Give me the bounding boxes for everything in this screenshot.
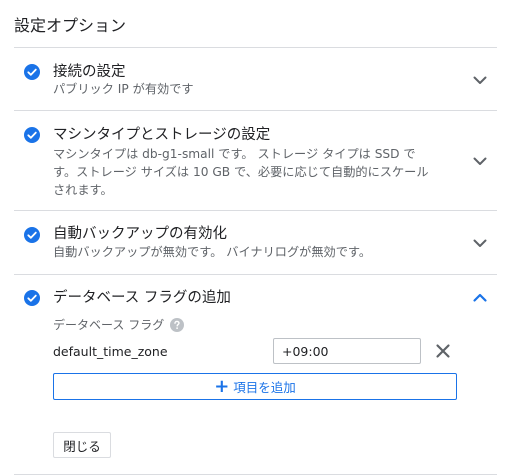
section-title: マシンタイプとストレージの設定	[53, 127, 271, 143]
section-description: パブリック IP が有効です	[53, 82, 194, 96]
section-connection[interactable]: 接続の設定 パブリック IP が有効です	[14, 48, 497, 110]
chevron-up-icon[interactable]	[471, 289, 489, 307]
remove-flag-close-icon[interactable]	[434, 342, 452, 360]
flag-name-default-time-zone: default_time_zone	[53, 344, 168, 359]
section-title: データベース フラグの追加	[53, 290, 231, 306]
check-circle-icon	[24, 290, 40, 306]
help-icon[interactable]	[170, 317, 185, 332]
chevron-down-icon[interactable]	[471, 234, 489, 252]
section-title: 自動バックアップの有効化	[53, 226, 227, 242]
section-description: マシンタイプは db-g1-small です。 ストレージ タイプは SSD で…	[53, 147, 429, 197]
chevron-down-icon[interactable]	[471, 152, 489, 170]
section-database-flags[interactable]: データベース フラグの追加	[14, 275, 497, 315]
database-flags-label: データベース フラグ	[53, 316, 185, 333]
check-circle-icon	[24, 127, 40, 143]
section-auto-backup[interactable]: 自動バックアップの有効化 自動バックアップが無効です。 バイナリログが無効です。	[14, 211, 497, 274]
divider	[14, 474, 497, 475]
flags-label-text: データベース フラグ	[53, 318, 165, 332]
section-title: 接続の設定	[53, 64, 126, 80]
add-item-label: 項目を追加	[233, 380, 296, 395]
close-button[interactable]: 閉じる	[53, 432, 111, 458]
add-item-button[interactable]: + 項目を追加	[53, 373, 457, 400]
section-description: 自動バックアップが無効です。 バイナリログが無効です。	[53, 245, 372, 259]
section-machine-storage[interactable]: マシンタイプとストレージの設定 マシンタイプは db-g1-small です。 …	[14, 111, 497, 210]
plus-icon: +	[214, 375, 230, 397]
page-title: 設定オプション	[14, 16, 127, 35]
chevron-down-icon[interactable]	[471, 71, 489, 89]
check-circle-icon	[24, 227, 40, 243]
flag-value-input[interactable]	[273, 338, 421, 364]
settings-options-panel: 設定オプション 接続の設定 パブリック IP が有効です マシンタイプとストレー…	[0, 0, 511, 476]
check-circle-icon	[24, 64, 40, 80]
